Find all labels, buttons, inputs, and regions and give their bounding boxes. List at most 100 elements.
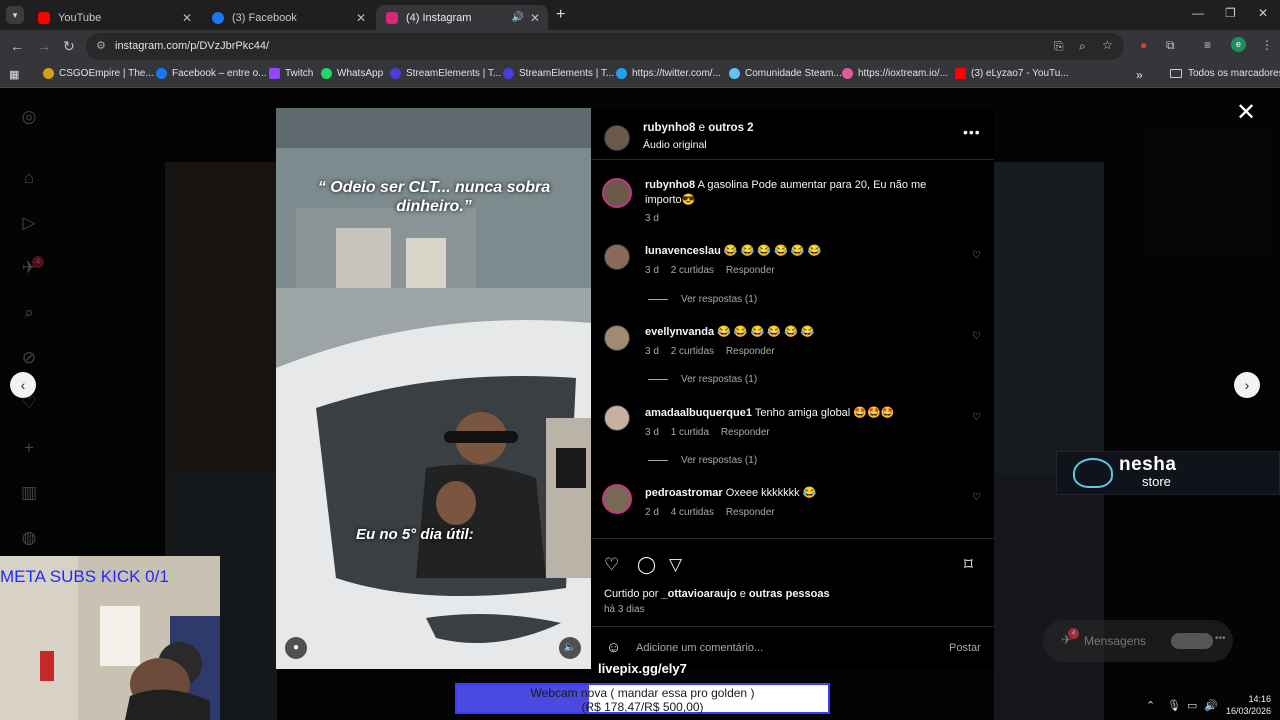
system-clock[interactable]: 14:16 16/03/2026	[1226, 693, 1271, 717]
save-bookmark-icon[interactable]: ⌑	[964, 555, 973, 575]
comment-input[interactable]: Adicione um comentário...	[636, 642, 763, 654]
comment-avatar[interactable]	[604, 325, 630, 351]
like-comment-heart-icon[interactable]: ♡	[972, 250, 981, 261]
caption-author-avatar[interactable]	[602, 178, 632, 208]
previous-post-button[interactable]: ‹	[10, 372, 36, 398]
tray-chevron-icon[interactable]: ⌃	[1146, 699, 1155, 712]
brand-line1: nesha	[1119, 454, 1177, 475]
reply-button[interactable]: Responder	[726, 346, 775, 357]
post-comment-button[interactable]: Postar	[949, 642, 981, 654]
comment-item: lunavenceslau 😂 😂 😂 😂 😂 😂	[645, 244, 945, 259]
restore-button[interactable]: ❐	[1225, 6, 1236, 20]
livepix-link: livepix.gg/ely7	[598, 661, 687, 676]
view-replies-button[interactable]: Ver respostas (1)	[648, 374, 757, 385]
close-modal-icon[interactable]: ✕	[1236, 98, 1256, 127]
extension-red-icon[interactable]: ●	[1140, 38, 1147, 52]
others-link[interactable]: outros 2	[708, 122, 753, 134]
address-bar[interactable]: ⚙ instagram.com/p/DVzJbrPkc44/ ⎘ ⌕ ☆	[86, 33, 1124, 60]
microphone-icon[interactable]: 🎙	[1167, 699, 1181, 712]
like-heart-icon[interactable]: ♡	[604, 555, 619, 575]
tab-instagram[interactable]: (4) Instagram 🔊 ✕	[376, 5, 548, 30]
browser-tab-strip: ▾ YouTube ✕ (3) Facebook ✕ (4) Instagram…	[0, 0, 1280, 30]
share-icon[interactable]: ▽	[669, 555, 682, 575]
liked-by-prefix: Curtido por	[604, 588, 659, 600]
bookmark-star-icon[interactable]: ☆	[1102, 38, 1113, 52]
reply-button[interactable]: Responder	[721, 427, 770, 438]
comment-likes[interactable]: 2 curtidas	[671, 346, 714, 357]
new-tab-button[interactable]: +	[556, 6, 565, 24]
like-comment-heart-icon[interactable]: ♡	[972, 331, 981, 342]
caption-username[interactable]: rubynho8	[645, 179, 695, 191]
bookmark-item[interactable]: Twitch	[269, 68, 313, 79]
url-text[interactable]: instagram.com/p/DVzJbrPkc44/	[115, 40, 269, 52]
close-tab-icon[interactable]: ✕	[530, 11, 540, 25]
zoom-icon[interactable]: ⌕	[1079, 39, 1086, 54]
tagged-users-icon[interactable]: ●	[285, 637, 307, 659]
network-icon[interactable]: ▭	[1187, 699, 1197, 712]
emoji-picker-icon[interactable]: ☺	[606, 639, 621, 656]
mute-toggle-icon[interactable]: 🔈	[559, 637, 581, 659]
liked-by-user[interactable]: _ottavioaraujo	[661, 588, 736, 600]
close-tab-icon[interactable]: ✕	[356, 11, 366, 25]
site-settings-icon[interactable]: ⚙	[96, 39, 106, 52]
comment-avatar[interactable]	[602, 484, 632, 514]
comment-username[interactable]: pedroastromar	[645, 487, 723, 499]
close-window-button[interactable]: ✕	[1258, 6, 1268, 20]
all-bookmarks-folder[interactable]: Todos os marcadores	[1170, 68, 1280, 79]
comment-likes[interactable]: 2 curtidas	[671, 265, 714, 276]
close-tab-icon[interactable]: ✕	[182, 11, 192, 25]
messages-button[interactable]: ✈ 4 Mensagens •••	[1043, 620, 1233, 662]
bookmark-item[interactable]: Facebook – entre o...	[156, 68, 267, 79]
post-video[interactable]: “ Odeio ser CLT... nunca sobra dinheiro.…	[276, 108, 591, 669]
bookmark-item[interactable]: (3) eLyzao7 - YouTu...	[955, 68, 1069, 79]
comment-avatar[interactable]	[604, 244, 630, 270]
post-authors: rubynho8 e outros 2	[643, 122, 754, 134]
forward-button[interactable]: →	[37, 38, 51, 54]
tab-search-button[interactable]: ▾	[6, 6, 24, 24]
apps-grid-icon[interactable]: ▦	[9, 68, 19, 81]
profile-avatar[interactable]: e	[1231, 37, 1246, 52]
like-comment-heart-icon[interactable]: ♡	[972, 492, 981, 503]
bookmark-item[interactable]: https://ioxtream.io/...	[842, 68, 948, 79]
bookmark-item[interactable]: WhatsApp	[321, 68, 383, 79]
bookmark-item[interactable]: StreamElements | T...	[503, 68, 614, 79]
comment-icon[interactable]: ◯	[637, 555, 656, 575]
tab-facebook[interactable]: (3) Facebook ✕	[202, 5, 374, 30]
speaker-icon[interactable]: 🔊	[512, 12, 524, 23]
reply-button[interactable]: Responder	[726, 265, 775, 276]
menu-icon[interactable]: ⋮	[1261, 38, 1273, 52]
minimize-button[interactable]: —	[1192, 6, 1204, 20]
media-controls-icon[interactable]: ≡	[1204, 38, 1211, 52]
bookmark-item[interactable]: CSGOEmpire | The...	[43, 68, 154, 79]
comment-likes[interactable]: 1 curtida	[671, 427, 709, 438]
bookmark-item[interactable]: Comunidade Steam...	[729, 68, 842, 79]
back-button[interactable]: ←	[10, 38, 24, 54]
comment-username[interactable]: evellynvanda	[645, 326, 714, 338]
more-options-icon[interactable]: •••	[963, 124, 981, 140]
reply-button[interactable]: Responder	[726, 507, 775, 518]
audio-link[interactable]: Áudio original	[643, 139, 707, 151]
extensions-puzzle-icon[interactable]: ⧉	[1166, 38, 1175, 53]
bookmark-item[interactable]: https://twitter.com/...	[616, 68, 721, 79]
view-replies-button[interactable]: Ver respostas (1)	[648, 455, 757, 466]
author-avatar[interactable]	[604, 125, 630, 151]
view-replies-button[interactable]: Ver respostas (1)	[648, 294, 757, 305]
install-app-icon[interactable]: ⎘	[1054, 39, 1064, 54]
bookmark-favicon	[43, 68, 54, 79]
comment-username[interactable]: amadaalbuquerque1	[645, 407, 752, 419]
bookmark-item[interactable]: StreamElements | T...	[390, 68, 501, 79]
reload-button[interactable]: ↻	[63, 38, 75, 55]
bookmark-favicon	[269, 68, 280, 79]
more-bookmarks-chevron-icon[interactable]: »	[1136, 68, 1143, 82]
clock-date: 16/03/2026	[1226, 706, 1272, 716]
comment-username[interactable]: lunavenceslau	[645, 245, 721, 257]
tab-youtube[interactable]: YouTube ✕	[28, 5, 200, 30]
comment-likes[interactable]: 4 curtidas	[671, 507, 714, 518]
author-username[interactable]: rubynho8	[643, 122, 695, 134]
volume-icon[interactable]: 🔊	[1204, 699, 1218, 712]
next-post-button[interactable]: ›	[1234, 372, 1260, 398]
like-comment-heart-icon[interactable]: ♡	[972, 412, 981, 423]
bookmark-label: Facebook – entre o...	[172, 68, 267, 79]
liked-by-others[interactable]: outras pessoas	[749, 588, 830, 600]
comment-avatar[interactable]	[604, 405, 630, 431]
